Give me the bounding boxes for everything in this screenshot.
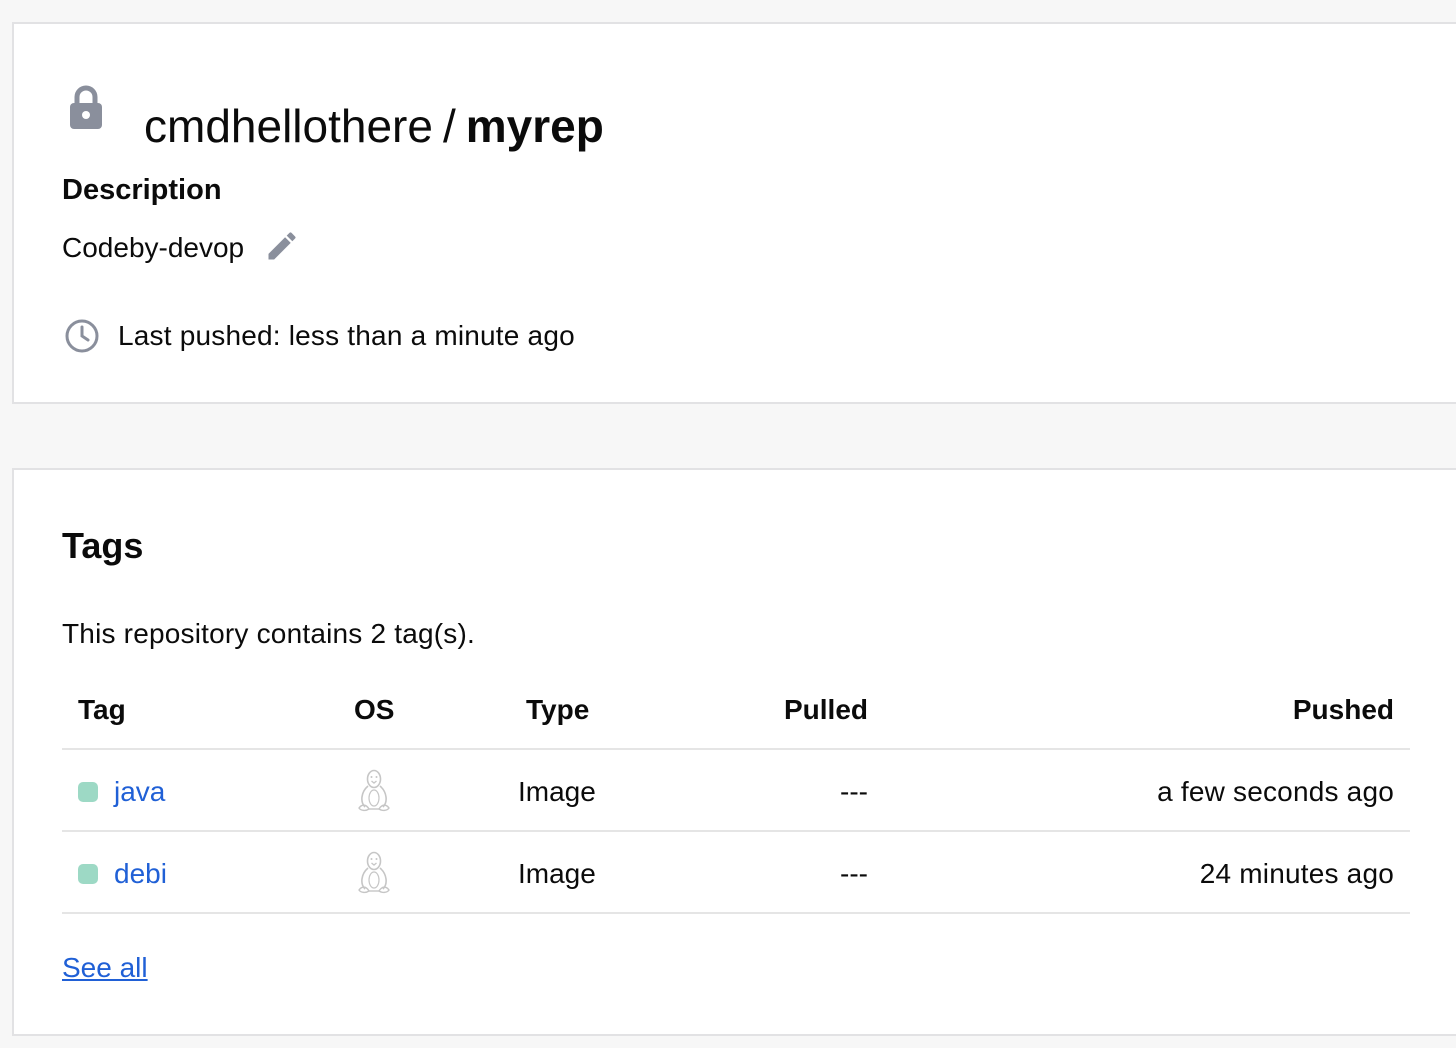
see-all-link[interactable]: See all [62, 950, 148, 986]
column-header-pushed: Pushed [1292, 694, 1394, 725]
table-row: debi Image --- 24 minutes ago [62, 830, 1410, 914]
tag-pushed: 24 minutes ago [1199, 858, 1394, 889]
description-text: Codeby-devop [62, 232, 245, 263]
tag-link-java[interactable]: java [114, 774, 165, 810]
table-divider [62, 912, 1410, 914]
clock-icon [65, 319, 99, 353]
repository-header-card: cmdhellothere / myrep Description Codeby-d… [12, 22, 1456, 404]
repository-name: myrep [465, 100, 604, 152]
column-header-pulled: Pulled [783, 694, 868, 725]
description-label: Description [62, 174, 222, 206]
column-header-tag: Tag [78, 694, 126, 725]
title-separator: / [442, 100, 456, 152]
tag-status-indicator [78, 864, 98, 884]
tag-pulled: --- [840, 776, 868, 807]
column-header-type: Type [526, 694, 590, 725]
linux-icon [358, 851, 390, 894]
last-pushed-text: Last pushed: less than a minute ago [118, 320, 575, 351]
tag-link-debi[interactable]: debi [114, 856, 167, 892]
tag-type: Image [518, 776, 596, 807]
tags-summary: This repository contains 2 tag(s). [62, 618, 475, 649]
tags-title: Tags [62, 525, 144, 566]
lock-icon [70, 85, 102, 129]
repository-title: cmdhellothere / myrep [144, 98, 604, 154]
pencil-icon[interactable] [264, 228, 300, 264]
linux-icon [358, 769, 390, 812]
tag-pushed: a few seconds ago [1157, 776, 1394, 807]
tags-card: Tags This repository contains 2 tag(s). … [12, 468, 1456, 1036]
tag-pulled: --- [840, 858, 868, 889]
tag-status-indicator [78, 782, 98, 802]
column-header-os: OS [354, 694, 395, 725]
tag-type: Image [518, 858, 596, 889]
table-row: java Image --- a few seconds ago [62, 748, 1410, 832]
repository-namespace: cmdhellothere [144, 100, 433, 152]
